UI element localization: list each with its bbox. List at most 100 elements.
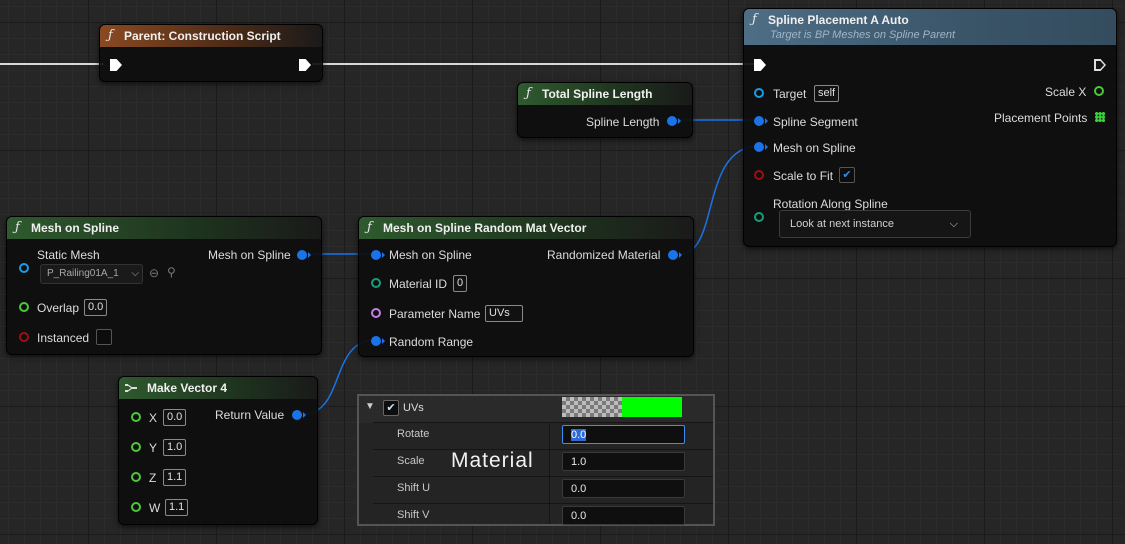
return-value-pin[interactable] — [292, 410, 306, 420]
x-label: X — [149, 411, 158, 425]
spline-length-output-label: Spline Length — [586, 115, 660, 129]
spline-segment-label: Spline Segment — [773, 115, 858, 129]
rotate-label: Rotate — [397, 428, 430, 440]
node-total-spline-length[interactable]: ƒ Total Spline Length Spline Length — [517, 82, 693, 138]
scale-x-pin[interactable] — [1094, 86, 1104, 96]
exec-in-pin[interactable] — [754, 59, 766, 71]
z-label: Z — [149, 471, 157, 485]
randomized-material-output-pin[interactable] — [668, 250, 682, 260]
z-pin[interactable] — [131, 472, 141, 482]
function-icon: ƒ — [15, 220, 20, 235]
scale-to-fit-pin[interactable] — [754, 170, 764, 180]
parameter-name-value[interactable]: UVs — [485, 305, 523, 322]
w-value[interactable]: 1.1 — [165, 499, 189, 516]
target-pin[interactable] — [754, 88, 764, 98]
static-mesh-label: Static Mesh — [37, 248, 100, 262]
shift-v-value: 0.0 — [571, 510, 587, 522]
instanced-pin[interactable] — [19, 332, 29, 342]
checkmark-icon: ✔ — [386, 402, 396, 414]
randomized-material-output-label: Randomized Material — [547, 248, 661, 262]
chevron-down-icon: ⌵ — [949, 218, 958, 230]
node-title: Spline Placement A Auto — [768, 13, 909, 27]
function-icon: ƒ — [108, 28, 113, 43]
node-mesh-on-spline[interactable]: ƒ Mesh on Spline Static Mesh P_Railing01… — [6, 216, 322, 355]
mesh-on-spline-output-pin[interactable] — [297, 250, 311, 260]
instanced-checkbox[interactable] — [96, 329, 112, 345]
dropdown-value: Look at next instance — [790, 218, 894, 230]
scale-label: Scale — [397, 455, 425, 467]
shift-u-label: Shift U — [397, 482, 431, 494]
node-subtitle: Target is BP Meshes on Spline Parent — [770, 29, 956, 41]
exec-out-pin[interactable] — [1094, 59, 1106, 71]
x-pin[interactable] — [131, 412, 141, 422]
rotate-input[interactable]: 0.0 — [562, 425, 685, 444]
scale-to-fit-label: Scale to Fit — [773, 169, 834, 183]
w-label: W — [149, 501, 161, 515]
rotate-row: Rotate 0.0 — [359, 422, 713, 449]
rotation-along-spline-label: Rotation Along Spline — [773, 197, 888, 211]
make-struct-icon — [125, 384, 137, 392]
checkmark-icon: ✔ — [842, 169, 852, 181]
scale-to-fit-checkbox[interactable]: ✔ — [839, 167, 855, 183]
random-range-pin[interactable] — [371, 336, 385, 346]
spline-length-output-pin[interactable] — [667, 116, 681, 126]
rotation-along-spline-pin[interactable] — [754, 212, 764, 222]
parameter-name-pin[interactable] — [371, 308, 381, 318]
node-title: Mesh on Spline Random Mat Vector — [383, 221, 587, 235]
material-id-label: Material ID — [389, 277, 448, 291]
uvs-enable-checkbox[interactable]: ✔ — [383, 400, 399, 416]
exec-in-pin[interactable] — [110, 59, 122, 71]
node-make-vector-4[interactable]: Make Vector 4 X 0.0 Y 1.0 Z 1.1 W 1.1 Re… — [118, 376, 318, 525]
search-icon[interactable]: ⚲ — [167, 265, 176, 279]
mesh-on-spline-output-label: Mesh on Spline — [208, 248, 291, 262]
node-title: Mesh on Spline — [31, 221, 120, 235]
target-value[interactable]: self — [814, 85, 840, 102]
x-value[interactable]: 0.0 — [163, 409, 187, 426]
y-pin[interactable] — [131, 442, 141, 452]
shift-v-label: Shift V — [397, 509, 430, 521]
overlap-value[interactable]: 0.0 — [84, 299, 108, 316]
shift-v-input[interactable]: 0.0 — [562, 506, 685, 525]
function-icon: ƒ — [526, 86, 531, 101]
shift-v-row: Shift V 0.0 — [359, 503, 713, 530]
scale-row: Scale Material 1.0 — [359, 449, 713, 476]
color-swatch[interactable] — [622, 397, 682, 417]
instanced-label: Instanced — [37, 331, 90, 345]
node-spline-placement-a-auto[interactable]: ƒ Spline Placement A Auto Target is BP M… — [743, 8, 1117, 247]
mesh-on-spline-label: Mesh on Spline — [773, 141, 856, 155]
material-id-value[interactable]: 0 — [453, 275, 468, 292]
exec-out-pin[interactable] — [299, 59, 311, 71]
y-value[interactable]: 1.0 — [163, 439, 187, 456]
rotation-along-spline-dropdown[interactable]: Look at next instance ⌵ — [779, 210, 971, 238]
rotate-value: 0.0 — [571, 429, 587, 441]
material-id-pin[interactable] — [371, 278, 381, 288]
browse-back-icon[interactable]: ⊖ — [149, 266, 159, 280]
mesh-on-spline-pin[interactable] — [754, 142, 768, 152]
shift-u-input[interactable]: 0.0 — [562, 479, 685, 498]
color-swatch-alpha[interactable] — [562, 397, 622, 417]
node-parent-construction-script[interactable]: ƒ Parent: Construction Script — [99, 24, 323, 82]
static-mesh-value: P_Railing01A_1 — [47, 268, 119, 279]
chevron-down-icon: ⌵ — [131, 268, 139, 279]
placement-points-label: Placement Points — [994, 111, 1088, 125]
node-title: Parent: Construction Script — [124, 29, 281, 43]
shift-u-row: Shift U 0.0 — [359, 476, 713, 503]
static-mesh-asset-picker[interactable]: P_Railing01A_1 ⌵ — [40, 264, 143, 284]
placement-points-array-icon[interactable] — [1095, 112, 1105, 122]
shift-u-value: 0.0 — [571, 483, 587, 495]
target-label: Target — [773, 87, 807, 101]
node-title: Make Vector 4 — [147, 381, 228, 395]
static-mesh-pin[interactable] — [19, 263, 29, 273]
random-range-label: Random Range — [389, 335, 474, 349]
spline-segment-pin[interactable] — [754, 116, 768, 126]
node-mesh-on-spline-random-mat-vector[interactable]: ƒ Mesh on Spline Random Mat Vector Mesh … — [358, 216, 694, 357]
z-value[interactable]: 1.1 — [163, 469, 187, 486]
scale-input[interactable]: 1.0 — [562, 452, 685, 471]
mesh-on-spline-input-pin[interactable] — [371, 250, 385, 260]
return-value-label: Return Value — [215, 408, 285, 422]
w-pin[interactable] — [131, 502, 141, 512]
collapse-arrow-icon[interactable]: ▼ — [365, 401, 375, 412]
overlap-label: Overlap — [37, 301, 80, 315]
overlap-pin[interactable] — [19, 302, 29, 312]
y-label: Y — [149, 441, 158, 455]
